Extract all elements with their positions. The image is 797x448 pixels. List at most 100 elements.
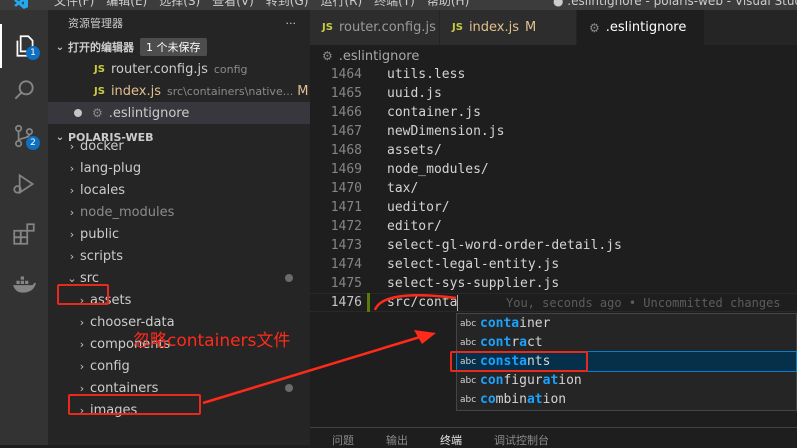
open-editors-section[interactable]: ⌄ 打开的编辑器 1 个未保存 [48,36,310,58]
match-text: a [519,335,527,350]
line-number: 1469 [330,162,362,177]
line-number-current: 1476 [330,295,362,310]
title-bar: 文件(F) 编辑(E) 选择(S) 查看(V) 转到(G) 运行(R) 终端(T… [0,0,797,10]
breadcrumb-file[interactable]: .eslintignore [339,49,420,64]
chevron-right-icon: › [79,381,85,395]
tab-eslintignore[interactable]: ⚙ .eslintignore [577,10,705,45]
gear-icon: ⚙ [92,106,103,120]
suggestion-text: ion [542,392,567,407]
menu-edit[interactable]: 编辑(E) [100,0,153,9]
open-editor-name: index.js [110,83,162,99]
tree-folder[interactable]: › locales [64,179,125,201]
text-kind-icon: abc [460,337,477,348]
chevron-right-icon: › [69,249,75,263]
window-title: ● .eslintignore - polaris-web - Visual S… [553,0,797,8]
menu-terminal[interactable]: 终端(T) [368,0,421,9]
chevron-down-icon: ⌄ [67,271,77,285]
open-editor-item[interactable]: JS index.js src\containers\native... M [48,80,310,102]
unsaved-dot-icon[interactable] [74,109,82,117]
tab-output[interactable]: 输出 [364,428,418,447]
open-editor-item[interactable]: ⚙ .eslintignore [48,102,310,124]
tree-folder[interactable]: › config [74,355,130,377]
suggestion-item[interactable]: abc co mbin at ion [457,390,796,409]
activity-source-control[interactable]: 2 [0,114,48,158]
modified-indicator: M [525,20,537,35]
modified-dot-icon [285,384,293,392]
annotation-box-containers [68,394,201,415]
tab-problems[interactable]: 问题 [310,428,364,447]
chevron-right-icon: › [69,205,75,219]
suggestion-text: figur [503,373,543,388]
tree-folder[interactable]: › lang-plug [64,157,141,179]
folder-label: docker [80,138,124,154]
activity-run-debug[interactable] [0,162,48,206]
menu-go[interactable]: 转到(G) [260,0,315,9]
chevron-right-icon: › [79,337,85,351]
annotation-box-src [57,284,109,305]
more-actions-button[interactable]: ··· [286,17,297,30]
suggestion-text: ion [558,373,582,388]
tree-folder[interactable]: › docker [64,135,124,157]
explorer-badge: 1 [26,46,40,60]
activity-bar: 1 2 [0,10,48,445]
activity-search[interactable] [0,68,48,112]
gear-icon: ⚙ [589,20,600,35]
modified-dot-icon [285,274,293,282]
code-line-current: src/conta [387,295,458,310]
tab-index-js[interactable]: JS index.js M [440,10,577,45]
menu-view[interactable]: 查看(V) [206,0,260,9]
activity-extensions[interactable] [0,212,48,256]
line-number: 1468 [330,143,362,158]
match-text: con [480,373,504,388]
chevron-right-icon: › [69,161,75,175]
text-kind-icon: abc [460,394,477,405]
editor-tabs: JS router.config.js JS index.js M ⚙ .esl… [310,10,797,45]
menu-file[interactable]: 文件(F) [48,0,100,9]
menu-run[interactable]: 运行(R) [314,0,368,9]
explorer-header: 资源管理器 ··· [48,10,310,36]
tree-folder[interactable]: › scripts [64,245,123,267]
open-editor-name: .eslintignore [108,105,190,121]
explorer-title: 资源管理器 [68,17,123,30]
js-file-icon: JS [94,85,105,97]
code-line: ueditor/ [387,200,450,215]
menu-selection[interactable]: 选择(S) [153,0,206,9]
suggestion-item[interactable]: abc con figur at ion [457,371,796,390]
code-line: select-sys-supplier.js [387,276,560,291]
match-text: at [542,373,559,388]
suggestion-item[interactable]: abc conta iner [457,314,796,333]
suggestion-text: ct [526,335,543,350]
tree-folder[interactable]: › public [64,223,119,245]
code-line: select-legal-entity.js [387,257,560,272]
folder-label: locales [80,182,126,198]
gear-icon: ⚙ [322,49,333,63]
folder-label: scripts [80,248,123,264]
open-editor-item[interactable]: JS router.config.js config [48,58,310,80]
activity-docker[interactable] [0,262,48,306]
line-number: 1475 [330,276,362,291]
js-file-icon: JS [322,22,333,33]
tab-label: .eslintignore [605,20,687,35]
code-line: tax/ [387,181,419,196]
suggestion-text: r [511,335,520,350]
run-debug-icon [13,173,35,195]
tab-debug-console[interactable]: 调试控制台 [472,428,559,447]
text-cursor [457,295,458,311]
tree-folder[interactable]: › node_modules [64,201,175,223]
open-editor-name: router.config.js [110,61,208,77]
activity-explorer[interactable]: 1 [0,24,48,68]
menu-bar: 文件(F) 编辑(E) 选择(S) 查看(V) 转到(G) 运行(R) 终端(T… [0,0,475,9]
tab-router-config[interactable]: JS router.config.js [310,10,440,45]
js-file-icon: JS [94,63,105,75]
menu-help[interactable]: 帮助(H) [421,0,475,9]
annotation-box-constants [450,351,588,372]
tab-terminal[interactable]: 终端 [418,428,472,447]
chevron-right-icon: › [79,315,85,329]
match-text: cont [480,335,512,350]
extensions-icon [13,223,35,245]
search-icon [14,80,34,100]
suggestion-item[interactable]: abc cont r a ct [457,333,796,352]
modified-indicator: M [297,83,309,99]
match-text: at [526,392,543,407]
text-kind-icon: abc [460,318,477,329]
